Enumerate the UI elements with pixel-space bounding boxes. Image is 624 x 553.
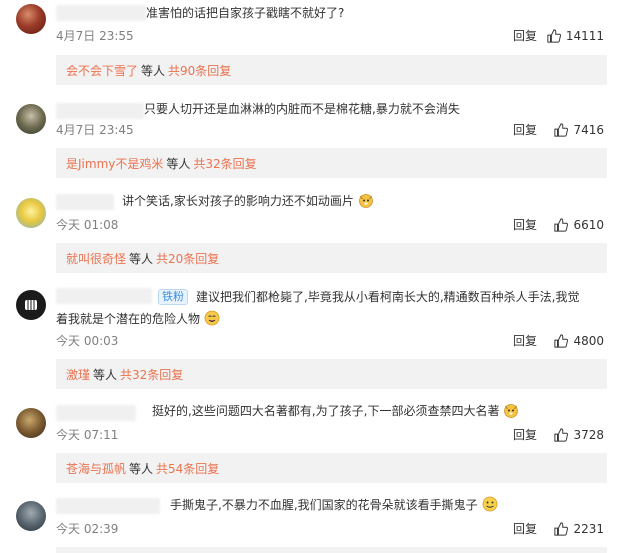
like-button[interactable]: 6610 — [554, 217, 604, 233]
sub-replies-bar: 是Jimmy不是鸡米 等人 共32条回复 — [56, 148, 607, 178]
like-button[interactable]: 14111 — [547, 28, 604, 44]
comment-text-line2: 着我就是个潜在的危险人物 — [56, 312, 201, 326]
like-button[interactable]: 3728 — [554, 427, 604, 443]
sub-reply-count-link[interactable]: 共32条回复 — [120, 366, 183, 383]
sub-replies-bar: 就叫很奇怪 等人 共20条回复 — [56, 243, 607, 273]
reply-button[interactable]: 回复 — [513, 427, 537, 443]
sub-reply-user[interactable]: 是Jimmy不是鸡米 — [66, 155, 163, 172]
reply-button[interactable]: 回复 — [513, 217, 537, 233]
avatar-image — [16, 4, 46, 34]
username-blurred[interactable] — [56, 288, 152, 304]
like-count: 3728 — [573, 428, 604, 442]
sub-reply-mid: 等人 — [166, 156, 191, 171]
emoji-smile-icon — [482, 496, 498, 512]
comment-text-line1: 建议把我们都枪毙了,毕竟我从小看柯南长大的,精通数百种杀人手法,我觉 — [196, 290, 580, 304]
like-count: 14111 — [565, 29, 604, 43]
comment-text: 手撕鬼子,不暴力不血腥,我们国家的花骨朵就该看手撕鬼子 — [170, 498, 478, 512]
comment-text: 只要人切开还是血淋淋的内脏而不是棉花糖,暴力就不会消失 — [144, 102, 460, 116]
like-count: 6610 — [573, 218, 604, 232]
thumbs-up-icon — [554, 123, 569, 137]
avatar-image — [16, 198, 46, 228]
sub-reply-count-link[interactable]: 共54条回复 — [156, 460, 219, 477]
comment-time: 今天 00:03 — [56, 334, 119, 348]
sub-reply-mid: 等人 — [129, 461, 154, 476]
username-blurred[interactable] — [56, 498, 160, 514]
comment-text-line1-wrap: 铁粉 建议把我们都枪毙了,毕竟我从小看柯南长大的,精通数百种杀人手法,我觉 — [158, 287, 579, 307]
comment-text-line2-wrap: 着我就是个潜在的危险人物 — [56, 309, 220, 329]
username-blurred[interactable] — [56, 103, 144, 119]
reply-button[interactable]: 回复 — [513, 333, 537, 349]
username-blurred[interactable] — [56, 5, 146, 21]
emoji-doge-icon — [504, 404, 519, 418]
sub-reply-count-link[interactable]: 共32条回复 — [193, 155, 256, 172]
comment-time: 4月7日 23:55 — [56, 29, 134, 43]
avatar[interactable] — [16, 501, 46, 531]
reply-button[interactable]: 回复 — [513, 122, 537, 138]
avatar-image — [16, 501, 46, 531]
avatar-image — [16, 104, 46, 134]
like-button[interactable]: 2231 — [554, 521, 604, 537]
comment-text: 讲个笑话,家长对孩子的影响力还不如动画片 — [122, 194, 354, 208]
avatar[interactable] — [16, 408, 46, 438]
comment-time: 今天 02:39 — [56, 522, 119, 536]
thumbs-up-icon — [554, 522, 569, 536]
sub-replies-bar: 激瑾 等人 共32条回复 — [56, 359, 607, 389]
reply-button[interactable]: 回复 — [513, 28, 537, 44]
like-count: 7416 — [573, 123, 604, 137]
sub-replies-bar: 苍海与孤帆 等人 共54条回复 — [56, 453, 607, 483]
comment-text-wrap: 手撕鬼子,不暴力不血腥,我们国家的花骨朵就该看手撕鬼子 — [170, 495, 498, 515]
emoji-drool-icon — [204, 310, 220, 326]
comment-time: 今天 07:11 — [56, 428, 119, 442]
avatar[interactable] — [16, 104, 46, 134]
sub-reply-user[interactable]: 激瑾 — [66, 366, 90, 383]
comment-text: 挺好的,这些问题四大名著都有,为了孩子,下一部必须查禁四大名著 — [152, 404, 500, 418]
avatar[interactable] — [16, 4, 46, 34]
sub-reply-user[interactable]: 会不会下雪了 — [66, 62, 138, 79]
like-count: 4800 — [573, 334, 604, 348]
like-button[interactable]: 4800 — [554, 333, 604, 349]
sub-reply-mid: 等人 — [141, 63, 166, 78]
emoji-doge-icon — [358, 194, 373, 208]
sub-reply-count-link[interactable]: 共90条回复 — [168, 62, 231, 79]
comment-text-wrap: 挺好的,这些问题四大名著都有,为了孩子,下一部必须查禁四大名著 — [152, 401, 519, 421]
username-blurred[interactable] — [56, 194, 114, 210]
sub-replies-bar: 会不会下雪了 等人 共90条回复 — [56, 55, 607, 85]
thumbs-up-icon — [554, 334, 569, 348]
fist-logo-icon — [17, 291, 45, 319]
like-count: 2231 — [573, 522, 604, 536]
comment-feed: 准害怕的话把自家孩子戳瞎不就好了? 4月7日 23:55 回复 14111 会不… — [0, 0, 624, 553]
sub-reply-mid: 等人 — [93, 367, 118, 382]
sub-replies-bar-partial — [56, 547, 607, 553]
sub-reply-count-link[interactable]: 共20条回复 — [156, 250, 219, 267]
comment-text: 准害怕的话把自家孩子戳瞎不就好了? — [146, 6, 345, 20]
avatar[interactable] — [16, 290, 46, 320]
thumbs-up-icon — [554, 428, 569, 442]
comment-time: 4月7日 23:45 — [56, 123, 134, 137]
comment-text-wrap: 讲个笑话,家长对孩子的影响力还不如动画片 — [122, 191, 374, 211]
username-blurred[interactable] — [56, 405, 136, 421]
fan-badge: 铁粉 — [158, 289, 188, 305]
avatar-image — [16, 290, 46, 320]
sub-reply-user[interactable]: 苍海与孤帆 — [66, 460, 126, 477]
thumbs-up-icon — [554, 218, 569, 232]
sub-reply-user[interactable]: 就叫很奇怪 — [66, 250, 126, 267]
sub-reply-mid: 等人 — [129, 251, 154, 266]
comment-time: 今天 01:08 — [56, 218, 119, 232]
like-button[interactable]: 7416 — [554, 122, 604, 138]
thumbs-up-icon — [547, 29, 561, 43]
avatar[interactable] — [16, 198, 46, 228]
reply-button[interactable]: 回复 — [513, 521, 537, 537]
avatar-image — [16, 408, 46, 438]
